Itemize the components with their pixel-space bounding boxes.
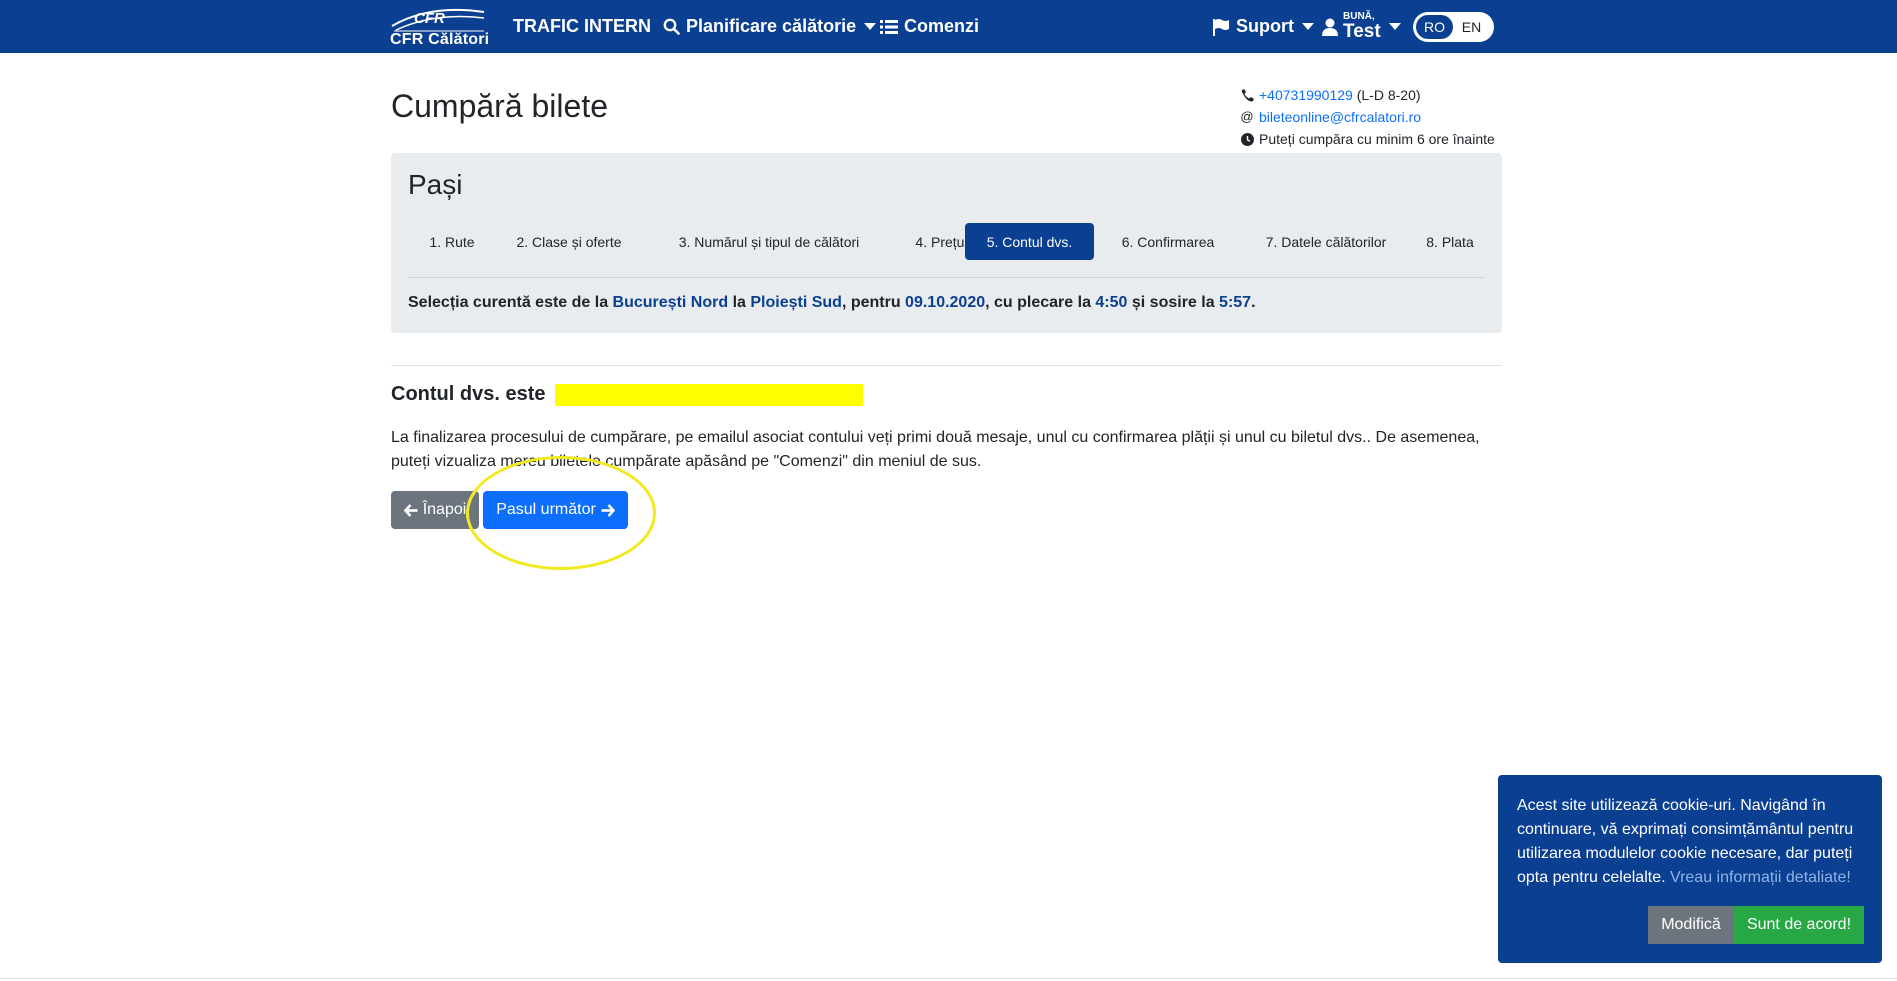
user-icon [1322, 18, 1338, 36]
cookie-text: Acest site utilizează cookie-uri. Navigâ… [1517, 797, 1854, 886]
selection-depart: 4:50 [1095, 294, 1128, 311]
step-clase-oferte[interactable]: 2. Clase și oferte [500, 223, 638, 260]
footer-border [0, 978, 1897, 979]
next-step-button[interactable]: Pasul următor [483, 491, 628, 529]
lang-en-button[interactable]: EN [1453, 15, 1490, 39]
page-title: Cumpără bilete [391, 88, 608, 124]
contact-info: +40731990129 (L-D 8-20) @ bileteonline@c… [1240, 84, 1495, 150]
brand-logo[interactable]: CFR CFR Călători [390, 6, 490, 48]
steps-panel: Pași 1. Rute 2. Clase și oferte 3. Număr… [391, 153, 1502, 333]
step-numar-calatori[interactable]: 3. Numărul și tipul de călători [642, 223, 896, 260]
cookie-modify-button[interactable]: Modifică [1648, 906, 1734, 944]
chevron-down-icon [864, 23, 877, 30]
svg-text:CFR: CFR [414, 10, 445, 27]
step-plata[interactable]: 8. Plata [1415, 223, 1485, 260]
section-divider [391, 365, 1502, 366]
nav-suport-label: Suport [1236, 16, 1294, 36]
arrow-left-icon [403, 503, 418, 517]
lang-ro-button[interactable]: RO [1416, 15, 1453, 39]
nav-suport-dropdown[interactable]: Suport [1212, 0, 1314, 53]
brand-name: CFR Călători [390, 31, 490, 48]
list-icon [880, 19, 898, 34]
nav-planificare-dropdown[interactable]: Planificare călătorie [663, 0, 877, 53]
user-name: Test [1343, 21, 1381, 42]
redacted-account-email [555, 383, 864, 406]
current-selection: Selecția curentă este de la București No… [408, 294, 1256, 311]
user-menu-dropdown[interactable]: BUNĂ, Test [1322, 0, 1401, 53]
chevron-down-icon [1302, 23, 1314, 30]
step-contul[interactable]: 5. Contul dvs. [965, 223, 1094, 260]
back-button[interactable]: Înapoi [391, 491, 479, 529]
back-button-label: Înapoi [422, 501, 467, 518]
phone-hours: (L-D 8-20) [1356, 87, 1421, 103]
search-icon [663, 18, 680, 35]
chevron-down-icon [1388, 23, 1401, 30]
phone-icon [1240, 88, 1254, 102]
cookie-agree-button[interactable]: Sunt de acord! [1734, 906, 1864, 944]
step-rute[interactable]: 1. Rute [408, 223, 496, 260]
nav-planificare-label: Planificare călătorie [686, 16, 857, 36]
email-link[interactable]: bileteonline@cfrcalatori.ro [1259, 106, 1421, 128]
account-title-label: Contul dvs. este [391, 383, 546, 405]
step-datele-calatorilor[interactable]: 7. Datele călătorilor [1241, 223, 1411, 260]
navbar: CFR CFR Călători TRAFIC INTERN Planifica… [0, 0, 1897, 53]
next-step-label: Pasul următor [496, 501, 596, 518]
selection-to: Ploiești Sud [750, 294, 842, 311]
account-info-text: La finalizarea procesului de cumpărare, … [391, 429, 1480, 470]
at-icon: @ [1240, 109, 1254, 124]
nav-trafic-intern[interactable]: TRAFIC INTERN [513, 0, 651, 53]
clock-icon [1240, 132, 1254, 146]
steps-title: Pași [408, 169, 463, 200]
selection-arrive: 5:57 [1219, 294, 1252, 311]
cookie-banner: Acest site utilizează cookie-uri. Navigâ… [1498, 775, 1882, 963]
account-title: Contul dvs. este [391, 383, 864, 406]
selection-date: 09.10.2020 [905, 294, 986, 311]
arrow-right-icon [601, 503, 615, 517]
purchase-note: Puteți cumpăra cu minim 6 ore înainte [1259, 131, 1495, 147]
language-switch: RO EN [1413, 12, 1494, 42]
selection-from: București Nord [612, 294, 729, 311]
nav-comenzi-label: Comenzi [904, 16, 980, 36]
cookie-more-info-link[interactable]: Vreau informații detaliate! [1670, 869, 1851, 886]
steps-divider [408, 277, 1485, 278]
step-confirmarea[interactable]: 6. Confirmarea [1099, 223, 1237, 260]
flag-icon [1213, 18, 1229, 36]
nav-comenzi[interactable]: Comenzi [880, 0, 979, 53]
phone-link[interactable]: +40731990129 [1259, 84, 1353, 106]
cfr-logo-icon: CFR [391, 8, 485, 32]
